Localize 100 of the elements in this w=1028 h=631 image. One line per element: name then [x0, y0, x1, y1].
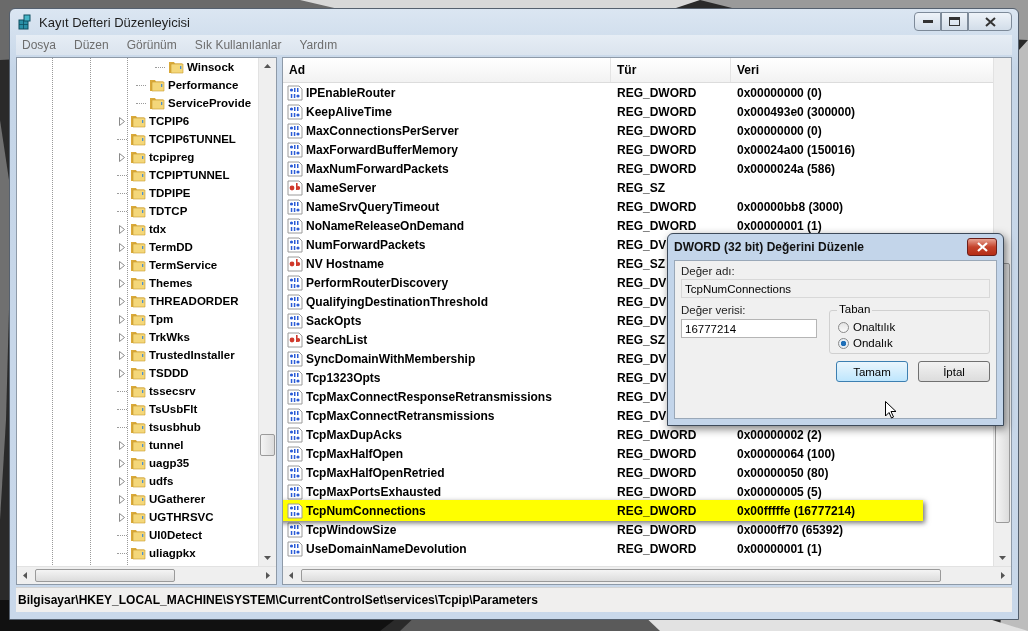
- tree-item[interactable]: Themes: [149, 277, 194, 289]
- dialog-button[interactable]: İptal: [918, 361, 990, 382]
- tree-item[interactable]: uliagpkx: [149, 547, 197, 559]
- tree-item[interactable]: tssecsrv: [149, 385, 197, 397]
- menu-item[interactable]: Yardım: [299, 38, 338, 52]
- scroll-down-arrow-icon[interactable]: [264, 556, 271, 560]
- close-button[interactable]: [968, 12, 1012, 31]
- tree-item[interactable]: TermService: [149, 259, 219, 271]
- list-row[interactable]: TcpMaxPortsExhausted REG_DWORD 0x00000005 (5): [283, 482, 923, 501]
- tree-item[interactable]: TCPIP6: [149, 115, 191, 127]
- tree-item[interactable]: ServiceProvide: [168, 97, 253, 109]
- list-row[interactable]: TcpMaxDupAcks REG_DWORD 0x00000002 (2): [283, 425, 923, 444]
- expand-arrow-icon[interactable]: [117, 278, 127, 288]
- radio-label[interactable]: Ondalık: [853, 337, 893, 349]
- field-label: Değer adı:: [681, 265, 736, 277]
- dialog-button[interactable]: Tamam: [836, 361, 908, 382]
- list-row[interactable]: TcpNumConnections REG_DWORD 0x00fffffe (16777214): [283, 500, 923, 521]
- tree-item[interactable]: Winsock: [187, 61, 236, 73]
- expand-arrow-icon[interactable]: [117, 512, 127, 522]
- tree-item[interactable]: Tpm: [149, 313, 175, 325]
- expand-arrow-icon[interactable]: [117, 260, 127, 270]
- tree-item[interactable]: TDTCP: [149, 205, 189, 217]
- radio-button[interactable]: [838, 321, 849, 333]
- scrollbar-thumb[interactable]: [35, 569, 175, 582]
- value-name-field[interactable]: TcpNumConnections: [681, 279, 990, 298]
- list-row[interactable]: TcpWindowSize REG_DWORD 0x0000ff70 (65392): [283, 520, 923, 539]
- tree-item[interactable]: udfs: [149, 475, 175, 487]
- tree-item[interactable]: TsUsbFlt: [149, 403, 199, 415]
- scroll-down-arrow-icon[interactable]: [999, 556, 1006, 560]
- binary-value-icon: [287, 445, 303, 462]
- scrollbar-thumb[interactable]: [301, 569, 942, 582]
- expand-arrow-icon[interactable]: [117, 458, 127, 468]
- list-row[interactable]: NameServer REG_SZ: [283, 178, 923, 197]
- expand-arrow-icon[interactable]: [117, 476, 127, 486]
- expand-arrow-icon[interactable]: [117, 116, 127, 126]
- column-header[interactable]: Ad: [283, 58, 611, 82]
- folder-icon: [130, 203, 146, 219]
- tree-item[interactable]: TCPIPTUNNEL: [149, 169, 231, 181]
- list-row[interactable]: TcpMaxHalfOpen REG_DWORD 0x00000064 (100): [283, 444, 923, 463]
- registry-path: Bilgisayar\HKEY_LOCAL_MACHINE\SYSTEM\CurrentControlSet\services\Tcpip\Parameters: [18, 593, 538, 607]
- tree-item[interactable]: TSDDD: [149, 367, 190, 379]
- tree-item[interactable]: TDPIPE: [149, 187, 192, 199]
- expand-arrow-icon[interactable]: [117, 296, 127, 306]
- tree-item[interactable]: tdx: [149, 223, 168, 235]
- tree-item[interactable]: TrkWks: [149, 331, 191, 343]
- horizontal-scrollbar[interactable]: [283, 566, 1011, 584]
- radio-button[interactable]: [838, 337, 849, 349]
- scroll-up-arrow-icon[interactable]: [264, 64, 271, 68]
- menu-item[interactable]: Düzen: [74, 38, 109, 52]
- tree-item[interactable]: uagp35: [149, 457, 191, 469]
- tree-item[interactable]: tcpipreg: [149, 151, 196, 163]
- value-name: SackOpts: [306, 313, 362, 328]
- menu-item[interactable]: Görünüm: [126, 38, 177, 52]
- list-row[interactable]: KeepAliveTime REG_DWORD 0x000493e0 (300000): [283, 102, 923, 121]
- expand-arrow-icon[interactable]: [117, 224, 127, 234]
- tree-item[interactable]: TrustedInstaller: [149, 349, 236, 361]
- expand-arrow-icon[interactable]: [117, 440, 127, 450]
- tree-item[interactable]: THREADORDER: [149, 295, 240, 307]
- scroll-left-arrow-icon[interactable]: [23, 572, 27, 579]
- list-row[interactable]: MaxForwardBufferMemory REG_DWORD 0x00024a00 (150016): [283, 140, 923, 159]
- tree-item[interactable]: UGTHRSVC: [149, 511, 215, 523]
- expand-arrow-icon[interactable]: [117, 332, 127, 342]
- expand-arrow-icon[interactable]: [117, 368, 127, 378]
- column-header[interactable]: Tür: [611, 58, 731, 82]
- list-row[interactable]: MaxConnectionsPerServer REG_DWORD 0x00000000 (0): [283, 121, 923, 140]
- column-header[interactable]: Veri: [731, 58, 993, 82]
- tree-item[interactable]: TCPIP6TUNNEL: [149, 133, 237, 145]
- tree-item[interactable]: TermDD: [149, 241, 194, 253]
- tree-item[interactable]: UGatherer: [149, 493, 207, 505]
- horizontal-scrollbar[interactable]: [17, 566, 276, 584]
- list-row[interactable]: NameSrvQueryTimeout REG_DWORD 0x00000bb8 (3000): [283, 197, 923, 216]
- radio-label[interactable]: Onaltılık: [853, 321, 896, 333]
- scroll-right-arrow-icon[interactable]: [1001, 572, 1005, 579]
- list-row[interactable]: TcpMaxHalfOpenRetried REG_DWORD 0x00000050 (80): [283, 463, 923, 482]
- value-data: 0x00fffffe (16777214): [737, 503, 856, 518]
- expand-arrow-icon[interactable]: [117, 494, 127, 504]
- expand-arrow-icon[interactable]: [117, 152, 127, 162]
- list-row[interactable]: MaxNumForwardPackets REG_DWORD 0x0000024a (586): [283, 159, 923, 178]
- scroll-right-arrow-icon[interactable]: [266, 572, 270, 579]
- tree-item[interactable]: UI0Detect: [149, 529, 204, 541]
- vertical-scrollbar[interactable]: [258, 58, 276, 566]
- maximize-button[interactable]: [941, 12, 968, 31]
- tree-item[interactable]: tunnel: [149, 439, 185, 451]
- list-row[interactable]: IPEnableRouter REG_DWORD 0x00000000 (0): [283, 83, 923, 102]
- expand-arrow-icon[interactable]: [117, 314, 127, 324]
- expand-arrow-icon[interactable]: [117, 350, 127, 360]
- scrollbar-thumb[interactable]: [260, 434, 275, 456]
- value-data: 0x00000050 (80): [737, 465, 829, 480]
- list-row[interactable]: UseDomainNameDevolution REG_DWORD 0x00000001 (1): [283, 539, 923, 558]
- list-row[interactable]: NoNameReleaseOnDemand REG_DWORD 0x00000001 (1): [283, 216, 923, 235]
- close-button[interactable]: [967, 238, 997, 256]
- binary-value-icon: [287, 236, 303, 253]
- value-data-field[interactable]: 16777214: [681, 319, 817, 338]
- tree-item[interactable]: tsusbhub: [149, 421, 202, 433]
- expand-arrow-icon[interactable]: [117, 242, 127, 252]
- scroll-left-arrow-icon[interactable]: [289, 572, 293, 579]
- menu-item[interactable]: Dosya: [22, 38, 56, 52]
- menu-item[interactable]: Sık Kullanılanlar: [194, 38, 282, 52]
- tree-item[interactable]: Performance: [168, 79, 240, 91]
- minimize-button[interactable]: [914, 12, 941, 31]
